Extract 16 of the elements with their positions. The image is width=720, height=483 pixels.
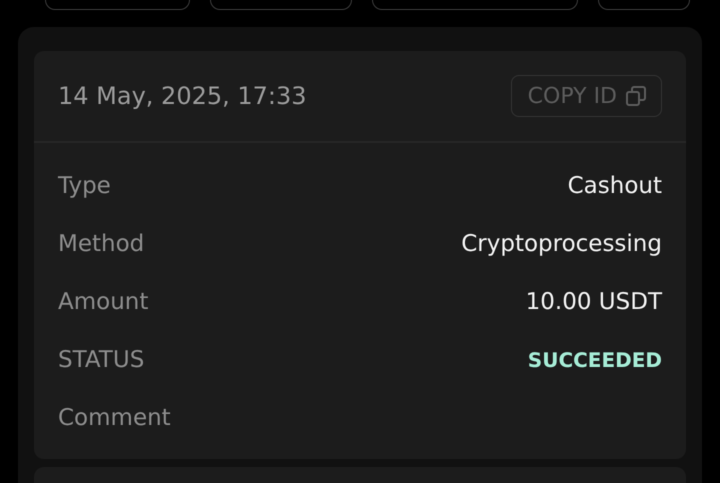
filter-chip[interactable]	[372, 0, 578, 10]
copy-icon	[625, 85, 647, 107]
field-label: Amount	[58, 289, 148, 315]
field-label: STATUS	[58, 347, 144, 373]
field-value: Cryptoprocessing	[461, 231, 662, 257]
filter-chip[interactable]	[45, 0, 190, 10]
field-value: 10.00 USDT	[526, 289, 662, 315]
field-label: Comment	[58, 405, 171, 431]
transaction-date: 14 May, 2025, 17:33	[58, 82, 307, 110]
copy-id-button[interactable]: COPY ID	[510, 75, 662, 117]
filter-chip[interactable]	[598, 0, 690, 10]
field-label: Method	[58, 231, 144, 257]
field-label: Type	[58, 173, 111, 199]
status-value: SUCCEEDED	[528, 348, 662, 372]
filter-chip[interactable]	[210, 0, 352, 10]
field-value: Cashout	[568, 173, 662, 199]
